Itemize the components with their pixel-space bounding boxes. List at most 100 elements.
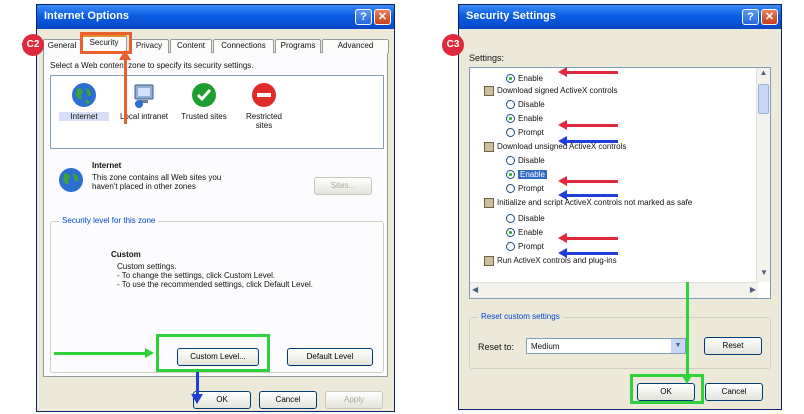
close-icon[interactable]: ✕ [761, 9, 778, 25]
callout-c3: C3 [442, 34, 464, 56]
setting-option[interactable]: Prompt [506, 184, 544, 194]
window-title: Security Settings [466, 10, 556, 22]
radio-checked-icon [506, 228, 515, 238]
zone-trusted-sites[interactable]: Trusted sites [179, 82, 229, 121]
selected-zone-description: This zone contains all Web sites you hav… [92, 173, 222, 191]
sites-button[interactable]: Sites... [314, 177, 372, 195]
internet-options-titlebar: Internet Options [37, 5, 394, 29]
radio-icon [506, 128, 515, 138]
settings-list[interactable]: Enable Download signed ActiveX controls … [469, 67, 771, 299]
globe-icon [72, 83, 96, 107]
left-arrow-red-2 [558, 120, 618, 130]
up-arrow-orange-head [119, 50, 131, 60]
setting-option[interactable]: Prompt [506, 242, 544, 252]
scroll-right-icon[interactable]: ▶ [750, 285, 756, 294]
apply-button[interactable]: Apply [325, 391, 383, 409]
setting-option[interactable]: Enable [506, 228, 543, 238]
security-level-group-label: Security level for this zone [59, 216, 159, 225]
horizontal-scrollbar[interactable]: ◀ ▶ [470, 282, 758, 298]
help-icon[interactable]: ? [355, 9, 372, 25]
no-entry-icon [252, 83, 276, 107]
reset-to-select[interactable]: Medium ▼ [526, 338, 686, 354]
setting-category: Initialize and script ActiveX controls n… [484, 198, 692, 208]
radio-icon [506, 156, 515, 166]
chevron-down-icon[interactable]: ▼ [671, 339, 685, 353]
reset-to-label: Reset to: [478, 342, 515, 352]
tab-programs[interactable]: Programs [275, 39, 321, 53]
setting-option[interactable]: Prompt [506, 128, 544, 138]
radio-checked-icon [506, 74, 515, 84]
left-arrow-red-3 [558, 176, 618, 186]
zone-label-internet: Internet [59, 112, 109, 121]
reset-group-label: Reset custom settings [478, 312, 563, 321]
tab-advanced[interactable]: Advanced [322, 39, 389, 53]
left-arrow-blue-1 [558, 136, 618, 146]
setting-category: Download unsigned ActiveX controls [484, 142, 626, 152]
selected-zone-globe-icon [59, 168, 83, 192]
radio-icon [506, 214, 515, 224]
settings-label: Settings: [469, 53, 505, 63]
setting-option[interactable]: Enable [506, 74, 543, 84]
reset-button[interactable]: Reset [704, 337, 762, 355]
checkmark-icon [192, 83, 216, 107]
selected-zone-title: Internet [92, 161, 122, 170]
zone-internet[interactable]: Internet [59, 82, 109, 121]
tab-content[interactable]: Content [170, 39, 212, 53]
security-tab-panel: Select a Web content zone to specify its… [43, 53, 388, 377]
cancel-button[interactable]: Cancel [259, 391, 317, 409]
scroll-thumb[interactable] [758, 84, 769, 114]
left-arrow-red-1 [558, 67, 618, 77]
default-level-button[interactable]: Default Level [287, 348, 373, 366]
down-arrow-blue [196, 372, 199, 396]
security-settings-window: Security Settings ? ✕ Settings: Enable D… [458, 4, 782, 410]
radio-checked-icon [506, 114, 515, 124]
left-arrow-blue-3 [558, 248, 618, 258]
right-arrow-green [54, 348, 154, 358]
custom-title: Custom [111, 250, 141, 259]
radio-icon [506, 184, 515, 194]
left-arrow-red-4 [558, 233, 618, 243]
down-arrow-blue-head [191, 394, 203, 404]
zone-label-trusted-sites: Trusted sites [181, 112, 227, 121]
radio-icon [506, 100, 515, 110]
activex-icon [484, 86, 494, 96]
scroll-up-icon[interactable]: ▲ [757, 68, 770, 82]
activex-icon [484, 198, 494, 208]
radio-icon [506, 242, 515, 252]
custom-line-3: - To use the recommended settings, click… [117, 280, 313, 289]
activex-icon [484, 256, 494, 266]
tab-privacy[interactable]: Privacy [129, 39, 169, 53]
radio-checked-icon [506, 170, 515, 180]
ok-button-highlight [630, 374, 704, 404]
scroll-down-icon[interactable]: ▼ [757, 268, 770, 282]
setting-option[interactable]: Disable [506, 214, 545, 224]
left-arrow-blue-2 [558, 190, 618, 200]
zone-list[interactable]: Internet Local intranet Trusted sites Re… [50, 75, 384, 149]
zone-label-restricted-sites: Restricted sites [245, 112, 282, 130]
setting-option[interactable]: Disable [506, 156, 545, 166]
reset-custom-settings-group: Reset custom settings Reset to: Medium ▼… [469, 312, 771, 369]
custom-line-1: Custom settings. [117, 262, 177, 271]
close-icon[interactable]: ✕ [374, 9, 391, 25]
setting-option-selected[interactable]: Enable [506, 170, 547, 180]
cancel-button[interactable]: Cancel [705, 383, 763, 401]
up-arrow-orange [124, 58, 127, 124]
activex-icon [484, 142, 494, 152]
scroll-left-icon[interactable]: ◀ [472, 285, 478, 294]
help-icon[interactable]: ? [742, 9, 759, 25]
setting-option[interactable]: Enable [506, 114, 543, 124]
reset-to-value: Medium [531, 342, 560, 351]
window-title: Internet Options [44, 10, 129, 22]
setting-option[interactable]: Disable [506, 100, 545, 110]
zone-restricted-sites[interactable]: Restricted sites [239, 82, 289, 130]
security-settings-titlebar: Security Settings [459, 5, 781, 29]
down-arrow-green [686, 282, 689, 378]
tab-connections[interactable]: Connections [213, 39, 274, 53]
tab-general[interactable]: General [43, 39, 81, 53]
computer-icon [134, 84, 154, 108]
zone-prompt: Select a Web content zone to specify its… [50, 61, 254, 70]
setting-category: Run ActiveX controls and plug-ins [484, 256, 617, 266]
callout-c2: C2 [22, 34, 44, 56]
setting-category: Download signed ActiveX controls [484, 86, 618, 96]
vertical-scrollbar[interactable]: ▲ ▼ [756, 68, 770, 282]
